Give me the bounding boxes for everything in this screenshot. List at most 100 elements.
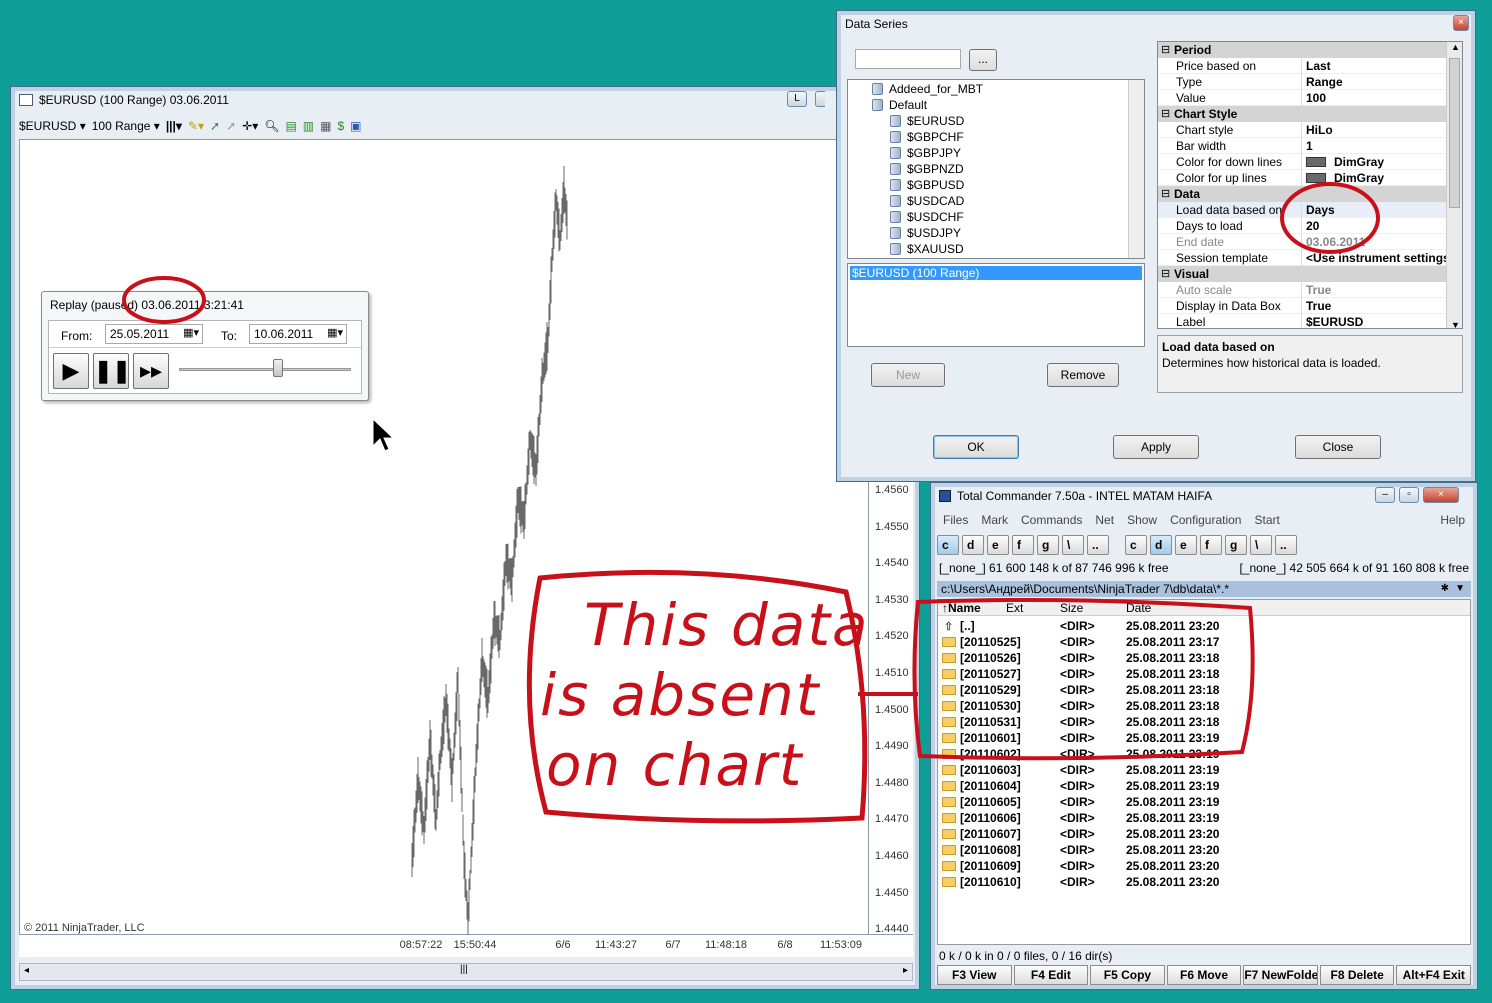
file-row[interactable]: [20110527] <DIR> 25.08.2011 23:18 (942, 666, 1466, 682)
strategy-icon[interactable]: ▤ (285, 119, 296, 133)
horizontal-scrollbar[interactable]: ◂ ||| ▸ (19, 963, 913, 981)
pin-icon[interactable]: ➚ (210, 119, 220, 133)
tc-titlebar[interactable]: Total Commander 7.50a - INTEL MATAM HAIF… (931, 483, 1477, 509)
calendar-icon[interactable]: ▦▾ (183, 326, 199, 339)
drive-button-left[interactable]: \ (1062, 535, 1084, 555)
chart-minimize-button[interactable]: L (787, 91, 807, 107)
prop-down-color[interactable]: Color for down lines DimGray (1158, 154, 1446, 170)
file-row[interactable]: [20110529] <DIR> 25.08.2011 23:18 (942, 682, 1466, 698)
prop-bar-width[interactable]: Bar width 1 (1158, 138, 1446, 154)
menu-files[interactable]: Files (943, 513, 968, 531)
tree-item[interactable]: $GBPUSD (890, 178, 964, 192)
file-row[interactable]: [20110609] <DIR> 25.08.2011 23:20 (942, 858, 1466, 874)
chart-plot-area[interactable]: © 2011 NinjaTrader, LLC (19, 139, 869, 938)
file-row[interactable]: [20110607] <DIR> 25.08.2011 23:20 (942, 826, 1466, 842)
replay-speed-slider[interactable] (179, 368, 351, 371)
function-key-button[interactable]: F8 Delete (1319, 965, 1395, 985)
tree-item[interactable]: $USDCHF (890, 210, 964, 224)
header-name[interactable]: ↑Name (942, 600, 981, 616)
menu-help[interactable]: Help (1440, 513, 1465, 531)
pencil-icon[interactable]: ✎▾ (188, 119, 204, 133)
menu-commands[interactable]: Commands (1021, 513, 1082, 531)
instrument-tree[interactable]: Addeed_for_MBT Default $EURUSD $GBPCHF $GBPJ… (847, 79, 1145, 259)
drive-button-left[interactable]: f (1012, 535, 1034, 555)
function-key-button[interactable]: F7 NewFolder (1243, 965, 1318, 985)
file-row[interactable]: [20110531] <DIR> 25.08.2011 23:18 (942, 714, 1466, 730)
remove-button[interactable]: Remove (1047, 363, 1119, 387)
zoom-icon[interactable]: 🔍︎ (264, 119, 279, 133)
selected-series-item[interactable]: $EURUSD (100 Range) (850, 266, 1142, 280)
chart-properties-icon[interactable]: ▦ (320, 119, 331, 133)
category-period[interactable]: Period (1158, 42, 1446, 58)
chart-maximize-button[interactable] (815, 91, 825, 107)
drive-button-right[interactable]: d (1150, 535, 1172, 555)
prop-load-based-on[interactable]: Load data based on Days (1158, 202, 1446, 218)
prop-display-in-box[interactable]: Display in Data Box True (1158, 298, 1446, 314)
tree-item[interactable]: $GBPJPY (890, 146, 961, 160)
tree-item[interactable]: $XAUUSD (890, 242, 964, 256)
pin-remove-icon[interactable]: ➚ (226, 119, 236, 133)
pause-button[interactable]: ❚❚ (93, 353, 131, 389)
function-key-button[interactable]: F6 Move (1166, 965, 1242, 985)
menu-net[interactable]: Net (1095, 513, 1114, 531)
tree-scrollbar[interactable] (1128, 80, 1144, 258)
file-row[interactable]: [20110605] <DIR> 25.08.2011 23:19 (942, 794, 1466, 810)
tree-item[interactable]: $USDJPY (890, 226, 961, 240)
prop-label[interactable]: Label $EURUSD (1158, 314, 1446, 328)
star-icon[interactable]: ✱ (1441, 581, 1449, 597)
drive-button-right[interactable]: \ (1250, 535, 1272, 555)
file-row[interactable]: ⇧ [..] <DIR> 25.08.2011 23:20 (942, 618, 1466, 634)
drive-button-left[interactable]: c (937, 535, 959, 555)
instrument-selector[interactable]: $EURUSD ▾ (19, 119, 86, 133)
browse-button[interactable]: ... (969, 49, 997, 71)
file-row[interactable]: [20110603] <DIR> 25.08.2011 23:19 (942, 762, 1466, 778)
tree-item[interactable]: Default (872, 98, 927, 112)
file-row[interactable]: [20110610] <DIR> 25.08.2011 23:20 (942, 874, 1466, 890)
property-scroll-thumb[interactable] (1449, 58, 1460, 208)
file-row[interactable]: [20110604] <DIR> 25.08.2011 23:19 (942, 778, 1466, 794)
header-ext[interactable]: Ext (1006, 600, 1023, 616)
indicator-icon[interactable]: ▥ (303, 119, 314, 133)
function-key-button[interactable]: F5 Copy (1090, 965, 1165, 985)
drive-button-right[interactable]: g (1225, 535, 1247, 555)
prop-price-based-on[interactable]: Price based on Last (1158, 58, 1446, 74)
menu-configuration[interactable]: Configuration (1170, 513, 1241, 531)
prop-end-date[interactable]: End date 03.06.2011 (1158, 234, 1446, 250)
data-series-titlebar[interactable]: Data Series (837, 11, 1475, 37)
category-visual[interactable]: Visual (1158, 266, 1446, 282)
chevron-down-icon[interactable]: ▼ (1455, 581, 1465, 597)
file-row[interactable]: [20110601] <DIR> 25.08.2011 23:19 (942, 730, 1466, 746)
menu-show[interactable]: Show (1127, 513, 1157, 531)
crosshair-icon[interactable]: ✛▾ (242, 119, 258, 133)
tc-minimize-icon[interactable]: – (1375, 487, 1395, 503)
prop-session-template[interactable]: Session template <Use instrument settings… (1158, 250, 1446, 266)
function-key-button[interactable]: F3 View (937, 965, 1012, 985)
drive-button-left[interactable]: g (1037, 535, 1059, 555)
file-row[interactable]: [20110530] <DIR> 25.08.2011 23:18 (942, 698, 1466, 714)
drive-button-right[interactable]: f (1200, 535, 1222, 555)
category-data[interactable]: Data (1158, 186, 1446, 202)
drive-button-right[interactable]: .. (1275, 535, 1297, 555)
to-date-picker[interactable]: 10.06.2011 ▦▾ (249, 324, 347, 344)
panel-icon[interactable]: ▣ (350, 119, 361, 133)
period-selector[interactable]: 100 Range ▾ (92, 119, 160, 133)
drive-button-right[interactable]: c (1125, 535, 1147, 555)
replay-slider-thumb[interactable] (273, 359, 283, 377)
property-scrollbar[interactable]: ▲ ▼ (1446, 42, 1462, 328)
drive-button-left[interactable]: .. (1087, 535, 1109, 555)
file-list[interactable]: ↑Name Ext Size Date ⇧ [..] <DIR> 25.08.2011… (937, 599, 1471, 945)
fast-forward-button[interactable]: ▸▸ (133, 353, 169, 389)
file-row[interactable]: [20110525] <DIR> 25.08.2011 23:17 (942, 634, 1466, 650)
play-button[interactable]: ▶ (53, 353, 89, 389)
time-axis[interactable]: 08:57:22 15:50:44 6/6 11:43:27 6/7 11:48:18 6/… (19, 935, 913, 957)
apply-button[interactable]: Apply (1113, 435, 1199, 459)
tree-item[interactable]: $GBPCHF (890, 130, 964, 144)
header-date[interactable]: Date (1126, 600, 1151, 616)
drive-button-left[interactable]: d (962, 535, 984, 555)
function-key-button[interactable]: F4 Edit (1013, 965, 1089, 985)
scroll-right-icon[interactable]: ▸ (903, 965, 908, 976)
data-series-close-icon[interactable]: × (1453, 15, 1469, 31)
scroll-left-icon[interactable]: ◂ (24, 965, 29, 976)
drive-button-left[interactable]: e (987, 535, 1009, 555)
property-grid[interactable]: Period Price based on Last Type Range Valu… (1157, 41, 1463, 329)
